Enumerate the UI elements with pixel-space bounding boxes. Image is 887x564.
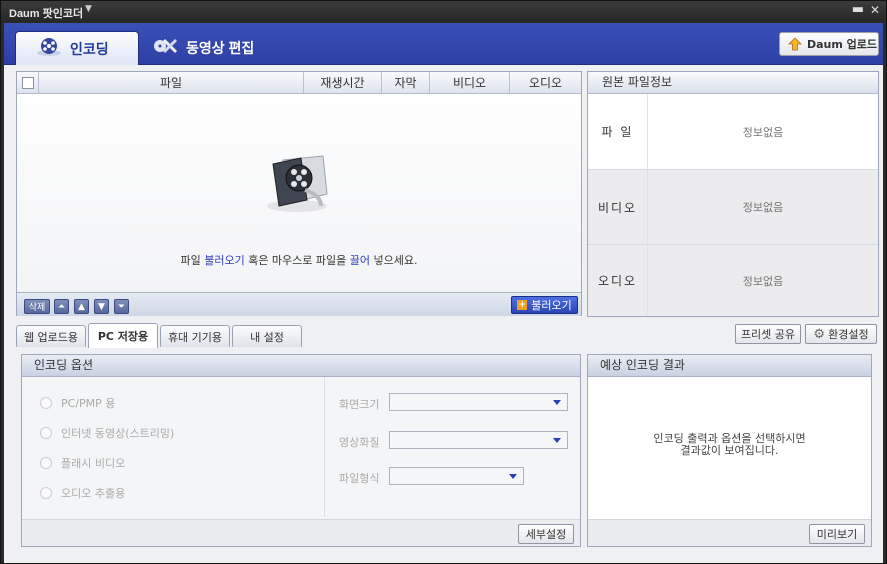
daum-upload-button[interactable]: Daum 업로드 xyxy=(779,32,879,56)
radio-audio-extract-label: 오디오 추출용 xyxy=(61,487,126,500)
dropdown-arrow-icon xyxy=(509,474,517,479)
tab-my-settings[interactable]: 내 설정 xyxy=(232,325,302,347)
move-up-button[interactable]: ▲ xyxy=(74,299,89,314)
radio-pc-pmp-label: PC/PMP 용 xyxy=(61,397,116,410)
tab-encoding[interactable]: 인코딩 xyxy=(15,31,139,65)
dropdown-arrow-icon xyxy=(553,438,561,443)
radio-flash-label: 플래시 비디오 xyxy=(61,457,126,470)
radio-streaming-dot[interactable] xyxy=(40,427,52,439)
result-message: 인코딩 출력과 옵션을 선택하시면 결과값이 보여집니다. xyxy=(588,433,871,457)
info-row-file: 파 일 정보없음 xyxy=(588,94,878,169)
radio-flash-dot[interactable] xyxy=(40,457,52,469)
radio-audio-extract-dot[interactable] xyxy=(40,487,52,499)
video-file-icon xyxy=(267,155,328,212)
drop-text-2: 혹은 마우스로 파일을 xyxy=(244,254,350,267)
encoding-result-title: 예상 인코딩 결과 xyxy=(588,355,871,377)
radio-streaming[interactable]: 인터넷 동영상(스트리밍) xyxy=(40,425,174,441)
preview-button[interactable]: 미리보기 xyxy=(809,524,865,544)
drop-text-1: 파일 xyxy=(180,254,205,267)
load-file-button[interactable]: + 불러오기 xyxy=(511,296,578,314)
col-duration[interactable]: 재생시간 xyxy=(304,72,382,93)
minimize-icon[interactable]: ▬ xyxy=(852,2,864,17)
source-info-title: 원본 파일정보 xyxy=(588,72,878,94)
encoding-options-title: 인코딩 옵션 xyxy=(22,355,580,377)
title-bar[interactable]: Daum 팟인코더 ▼ ▬ ✕ xyxy=(1,1,886,22)
dropdown-arrow-icon xyxy=(553,400,561,405)
options-footer: 세부설정 xyxy=(22,519,580,546)
tab-pc-storage[interactable]: PC 저장용 xyxy=(88,323,158,348)
move-up-icon: ▲ xyxy=(78,301,85,312)
drop-instruction: 파일 불러오기 혹은 마우스로 파일을 끌어 넣으세요. xyxy=(17,252,581,268)
tab-mobile-device[interactable]: 휴대 기기용 xyxy=(160,325,230,347)
options-divider xyxy=(324,377,325,517)
col-subtitle[interactable]: 자막 xyxy=(382,72,430,93)
settings-label: 환경설정 xyxy=(828,328,869,341)
tab-video-edit-label: 동영상 편집 xyxy=(186,40,255,56)
detail-settings-button[interactable]: 세부설정 xyxy=(518,524,574,544)
move-bottom-button[interactable]: ⏷ xyxy=(114,299,129,314)
file-format-select[interactable] xyxy=(389,467,524,485)
plus-icon: + xyxy=(517,300,528,310)
col-file[interactable]: 파일 xyxy=(39,72,304,93)
tab-video-edit[interactable]: 동영상 편집 xyxy=(146,31,276,65)
file-toolbar: 삭제 ⏶ ▲ ▼ ⏷ + 불러오기 xyxy=(17,292,581,316)
info-value-video: 정보없음 xyxy=(742,201,784,214)
video-quality-label: 영상화질 xyxy=(339,436,380,449)
window-title: Daum 팟인코더 xyxy=(9,8,84,20)
radio-streaming-label: 인터넷 동영상(스트리밍) xyxy=(61,427,175,440)
col-video[interactable]: 비디오 xyxy=(430,72,510,93)
main-tab-bar: 인코딩 동영상 편집 Daum 업로드 xyxy=(4,23,883,65)
move-down-button[interactable]: ▼ xyxy=(94,299,109,314)
encoding-options-panel: 인코딩 옵션 PC/PMP 용 인터넷 동영상(스트리밍) 플래시 비디오 오디… xyxy=(21,354,581,547)
app-window: Daum 팟인코더 ▼ ▬ ✕ 인코딩 동영상 편집 Daum 업로드 파일 재… xyxy=(0,0,887,564)
file-drop-zone[interactable]: 파일 불러오기 혹은 마우스로 파일을 끌어 넣으세요. xyxy=(17,94,581,292)
source-info-panel: 원본 파일정보 파 일 정보없음 비디오 정보없음 오디오 정보없음 xyxy=(587,71,879,317)
edit-tools-icon xyxy=(152,36,178,61)
select-all-checkbox-cell[interactable] xyxy=(17,72,39,93)
result-line-2: 결과값이 보여집니다. xyxy=(680,444,779,457)
radio-flash[interactable]: 플래시 비디오 xyxy=(40,455,125,471)
info-row-audio: 오디오 정보없음 xyxy=(588,244,878,316)
load-link[interactable]: 불러오기 xyxy=(204,254,244,267)
drop-text-3: 넣으세요. xyxy=(370,254,418,267)
radio-pc-pmp[interactable]: PC/PMP 용 xyxy=(40,395,115,411)
move-down-icon: ▼ xyxy=(98,301,105,312)
info-value-audio: 정보없음 xyxy=(742,274,784,288)
preset-share-button[interactable]: 프리셋 공유 xyxy=(735,324,801,344)
screen-size-label: 화면크기 xyxy=(339,398,380,411)
info-row-video: 비디오 정보없음 xyxy=(588,169,878,244)
daum-upload-label: Daum 업로드 xyxy=(807,38,878,51)
screen-size-select[interactable] xyxy=(389,393,568,411)
tab-web-upload[interactable]: 웹 업로드용 xyxy=(16,325,86,347)
tab-encoding-label: 인코딩 xyxy=(70,40,109,57)
settings-button[interactable]: ⚙ 환경설정 xyxy=(805,324,877,344)
file-table-header: 파일 재생시간 자막 비디오 오디오 xyxy=(17,72,581,94)
radio-pc-pmp-dot[interactable] xyxy=(40,397,52,409)
gear-icon: ⚙ xyxy=(813,326,826,342)
video-quality-select[interactable] xyxy=(389,431,568,449)
film-reel-icon xyxy=(36,37,62,60)
load-file-label: 불러오기 xyxy=(531,299,572,312)
select-all-checkbox[interactable] xyxy=(21,76,34,89)
move-top-icon: ⏶ xyxy=(57,301,66,312)
client-area: 인코딩 동영상 편집 Daum 업로드 파일 재생시간 자막 비디오 오디오 파… xyxy=(4,23,883,563)
result-footer: 미리보기 xyxy=(588,519,871,546)
info-label-file: 파 일 xyxy=(588,94,648,169)
file-list-panel: 파일 재생시간 자막 비디오 오디오 파일 불러오기 혹은 마우스로 파일을 끌… xyxy=(16,71,582,316)
move-top-button[interactable]: ⏶ xyxy=(54,299,69,314)
upload-arrow-icon xyxy=(788,37,802,51)
delete-button[interactable]: 삭제 xyxy=(24,299,50,314)
close-icon[interactable]: ✕ xyxy=(870,3,880,17)
move-bottom-icon: ⏷ xyxy=(117,301,126,312)
col-audio[interactable]: 오디오 xyxy=(510,72,581,93)
info-label-video: 비디오 xyxy=(588,170,648,244)
info-label-audio: 오디오 xyxy=(588,245,648,316)
radio-audio-extract[interactable]: 오디오 추출용 xyxy=(40,485,125,501)
menu-dropdown-icon[interactable]: ▼ xyxy=(85,4,92,14)
file-format-label: 파일형식 xyxy=(339,472,380,485)
encoding-result-panel: 예상 인코딩 결과 인코딩 출력과 옵션을 선택하시면 결과값이 보여집니다. 미… xyxy=(587,354,872,547)
info-value-file: 정보없음 xyxy=(742,125,784,139)
drag-link: 끌어 xyxy=(349,254,371,267)
